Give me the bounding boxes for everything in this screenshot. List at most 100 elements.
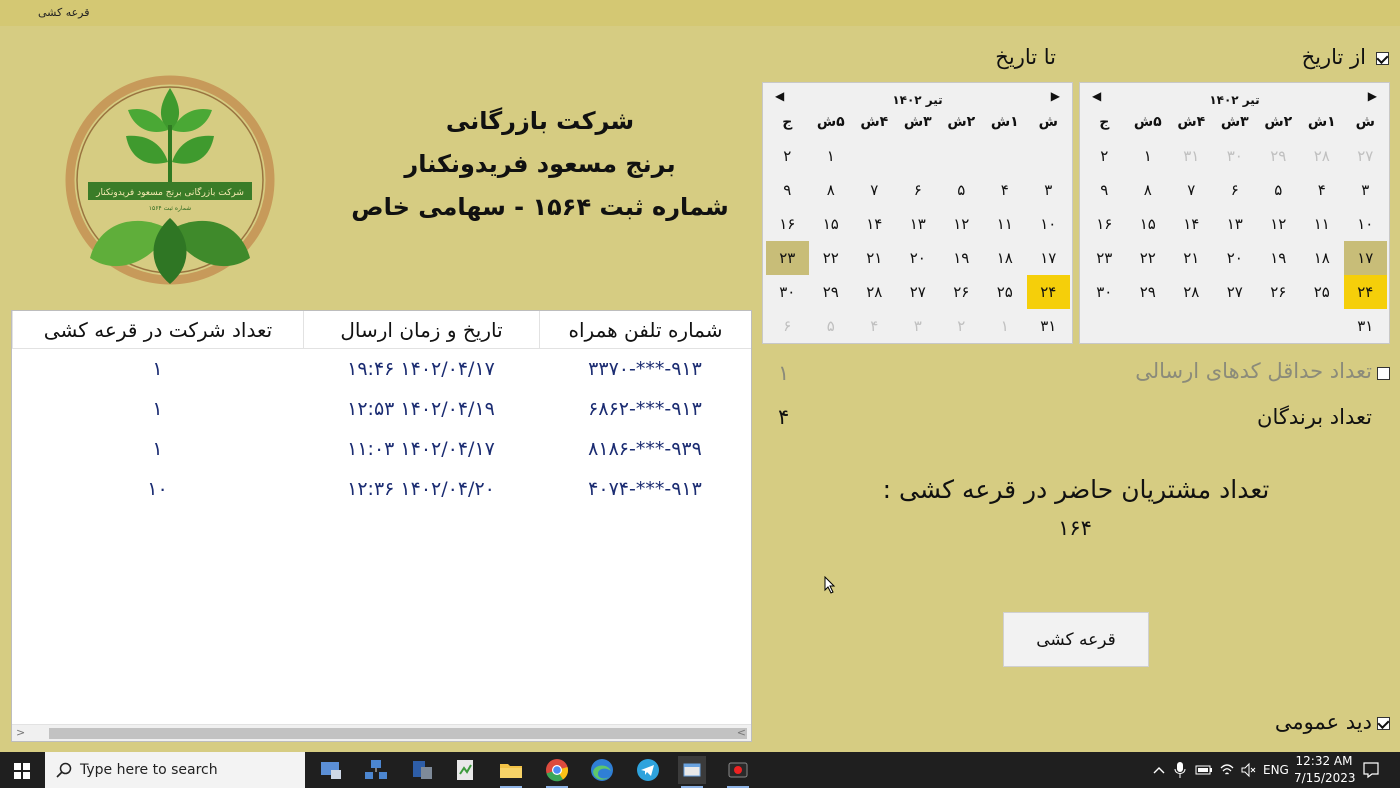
calendar-day[interactable]: ۲۳ xyxy=(765,241,809,275)
calendar-day[interactable]: ۲۱ xyxy=(1170,241,1214,275)
calendar-day[interactable]: ۲۱ xyxy=(853,241,897,275)
calendar-day[interactable]: ۹ xyxy=(766,173,810,207)
calendar-day[interactable]: ۲۶ xyxy=(940,275,984,309)
table-row[interactable]: ۹۳۹-***-۸۱۸۶ ۱۴۰۲/۰۴/۱۷ ۱۱:۰۳ ۱ xyxy=(12,429,751,469)
calendar-day[interactable]: ۵ xyxy=(809,309,853,343)
column-header-phone[interactable]: شماره تلفن همراه xyxy=(539,311,751,349)
calendar-day[interactable]: ۱۶ xyxy=(1083,207,1127,241)
calendar-day[interactable]: ۱۴ xyxy=(1170,207,1214,241)
calendar-day[interactable]: ۳۱ xyxy=(1170,139,1214,173)
battery-icon[interactable] xyxy=(1195,764,1213,776)
min-codes-value[interactable]: ۱ xyxy=(778,361,789,385)
calendar-day[interactable]: ۲۴ xyxy=(1026,275,1070,309)
network-app-icon[interactable] xyxy=(362,756,390,784)
calendar-day[interactable]: ۱۳ xyxy=(1213,207,1257,241)
calendar-day[interactable]: ۱۵ xyxy=(1126,207,1170,241)
calendar-day[interactable]: ۴ xyxy=(853,309,897,343)
calendar-day[interactable]: ۱ xyxy=(809,139,853,173)
telegram-icon[interactable] xyxy=(634,756,662,784)
calendar-day[interactable]: ۶ xyxy=(896,173,940,207)
table-row[interactable]: ۹۱۳-***-۴۰۷۴ ۱۴۰۲/۰۴/۲۰ ۱۲:۳۶ ۱۰ xyxy=(12,469,751,509)
calendar-day[interactable]: ۲۸ xyxy=(1170,275,1214,309)
column-header-datetime[interactable]: تاریخ و زمان ارسال xyxy=(303,311,539,349)
calendar-day[interactable]: ۲۵ xyxy=(1300,275,1344,309)
calendar-day[interactable]: ۱۲ xyxy=(1257,207,1301,241)
table-row[interactable]: ۹۱۳-***-۳۳۷۰ ۱۴۰۲/۰۴/۱۷ ۱۹:۴۶ ۱ xyxy=(12,349,751,389)
calendar-day[interactable]: ۳ xyxy=(1344,173,1388,207)
calendar-to[interactable]: ◀ تیر ۱۴۰۲ ▶ ش ۱ش ۲ش ۳ش ۴ش ۵ش ج ۱ ۲ ۳ ۴ ۵ ۶ ۷ ۸ ۹ ۱۰ ۱۱ ۱۲… xyxy=(762,82,1073,344)
calendar-day[interactable]: ۴ xyxy=(1300,173,1344,207)
calendar-day[interactable]: ۱۳ xyxy=(896,207,940,241)
calendar-day[interactable]: ۲۷ xyxy=(1213,275,1257,309)
scroll-left-icon[interactable]: < xyxy=(16,726,25,739)
calendar-day[interactable]: ۱ xyxy=(1126,139,1170,173)
calendar-day[interactable]: ۲۴ xyxy=(1343,275,1387,309)
winners-value[interactable]: ۴ xyxy=(778,405,789,429)
calendar-day[interactable]: ۲۳ xyxy=(1083,241,1127,275)
calendar-day[interactable]: ۲۰ xyxy=(896,241,940,275)
calendar-day[interactable]: ۸ xyxy=(1126,173,1170,207)
table-row[interactable]: ۹۱۳-***-۶۸۶۲ ۱۴۰۲/۰۴/۱۹ ۱۲:۵۳ ۱ xyxy=(12,389,751,429)
calendar-day[interactable]: ۶ xyxy=(1213,173,1257,207)
screen-recorder-icon[interactable] xyxy=(724,756,752,788)
calendar-day[interactable]: ۲۶ xyxy=(1257,275,1301,309)
draw-button[interactable]: قرعه کشی xyxy=(1003,612,1149,667)
calendar-day[interactable]: ۱۹ xyxy=(940,241,984,275)
horizontal-scrollbar[interactable]: < > xyxy=(12,724,751,741)
calendar-day[interactable]: ۵ xyxy=(940,173,984,207)
calendar-day[interactable]: ۲۲ xyxy=(809,241,853,275)
chrome-icon[interactable] xyxy=(543,756,571,788)
chevron-up-icon[interactable] xyxy=(1152,764,1166,776)
calendar-day[interactable]: ۲۹ xyxy=(809,275,853,309)
calendar-day[interactable]: ۱۲ xyxy=(940,207,984,241)
entries-table[interactable]: شماره تلفن همراه تاریخ و زمان ارسال تعدا… xyxy=(11,310,752,742)
calendar-day[interactable]: ۲ xyxy=(766,139,810,173)
calendar-day[interactable]: ۱۱ xyxy=(983,207,1027,241)
calendar-day[interactable]: ۹ xyxy=(1083,173,1127,207)
sql-app-icon[interactable] xyxy=(408,756,436,784)
calendar-day[interactable]: ۳۱ xyxy=(1027,309,1071,343)
calendar-next-icon[interactable]: ▶ xyxy=(1368,89,1377,103)
calendar-day[interactable]: ۱۸ xyxy=(1300,241,1344,275)
calendar-day[interactable]: ۱۷ xyxy=(1027,241,1071,275)
calendar-day[interactable]: ۳۰ xyxy=(1213,139,1257,173)
calendar-day[interactable]: ۲۲ xyxy=(1126,241,1170,275)
calendar-day[interactable]: ۱ xyxy=(983,309,1027,343)
calendar-day[interactable]: ۲۸ xyxy=(1300,139,1344,173)
calendar-day[interactable]: ۱۰ xyxy=(1027,207,1071,241)
calendar-day[interactable]: ۲۷ xyxy=(896,275,940,309)
notifications-icon[interactable] xyxy=(1362,761,1380,779)
column-header-count[interactable]: تعداد شرکت در قرعه کشی xyxy=(12,311,303,349)
calendar-day[interactable]: ۲۵ xyxy=(983,275,1027,309)
scroll-right-icon[interactable]: > xyxy=(737,726,746,739)
calendar-day[interactable]: ۵ xyxy=(1257,173,1301,207)
taskbar-search-box[interactable]: Type here to search xyxy=(45,752,305,788)
date-from-checkbox[interactable] xyxy=(1376,52,1389,65)
calendar-next-icon[interactable]: ▶ xyxy=(1051,89,1060,103)
calendar-day[interactable]: ۷ xyxy=(853,173,897,207)
calendar-day[interactable]: ۱۹ xyxy=(1257,241,1301,275)
clock-date[interactable]: 7/15/2023 xyxy=(1294,771,1356,788)
calendar-day[interactable]: ۱۷ xyxy=(1343,241,1387,275)
calendar-day[interactable]: ۱۶ xyxy=(766,207,810,241)
calendar-day[interactable]: ۲۸ xyxy=(853,275,897,309)
calendar-day[interactable]: ۱۵ xyxy=(809,207,853,241)
calendar-day[interactable]: ۳۱ xyxy=(1344,309,1388,343)
volume-muted-icon[interactable] xyxy=(1240,762,1256,778)
min-codes-checkbox[interactable] xyxy=(1377,367,1390,380)
calendar-day[interactable]: ۱۸ xyxy=(983,241,1027,275)
language-indicator[interactable]: ENG xyxy=(1263,763,1289,788)
remote-desktop-app-icon[interactable] xyxy=(317,756,345,784)
calendar-day[interactable]: ۲ xyxy=(1083,139,1127,173)
calendar-day[interactable]: ۳۰ xyxy=(1083,275,1127,309)
microphone-icon[interactable] xyxy=(1174,761,1186,779)
calendar-day[interactable]: ۱۱ xyxy=(1300,207,1344,241)
calendar-day[interactable]: ۲۰ xyxy=(1213,241,1257,275)
wifi-icon[interactable] xyxy=(1219,762,1235,778)
calendar-day[interactable]: ۳ xyxy=(1027,173,1071,207)
calendar-day[interactable]: ۲۷ xyxy=(1344,139,1388,173)
calendar-day[interactable]: ۲۹ xyxy=(1126,275,1170,309)
calendar-day[interactable]: ۳ xyxy=(896,309,940,343)
calendar-day[interactable]: ۲ xyxy=(940,309,984,343)
calendar-day[interactable]: ۲۹ xyxy=(1257,139,1301,173)
